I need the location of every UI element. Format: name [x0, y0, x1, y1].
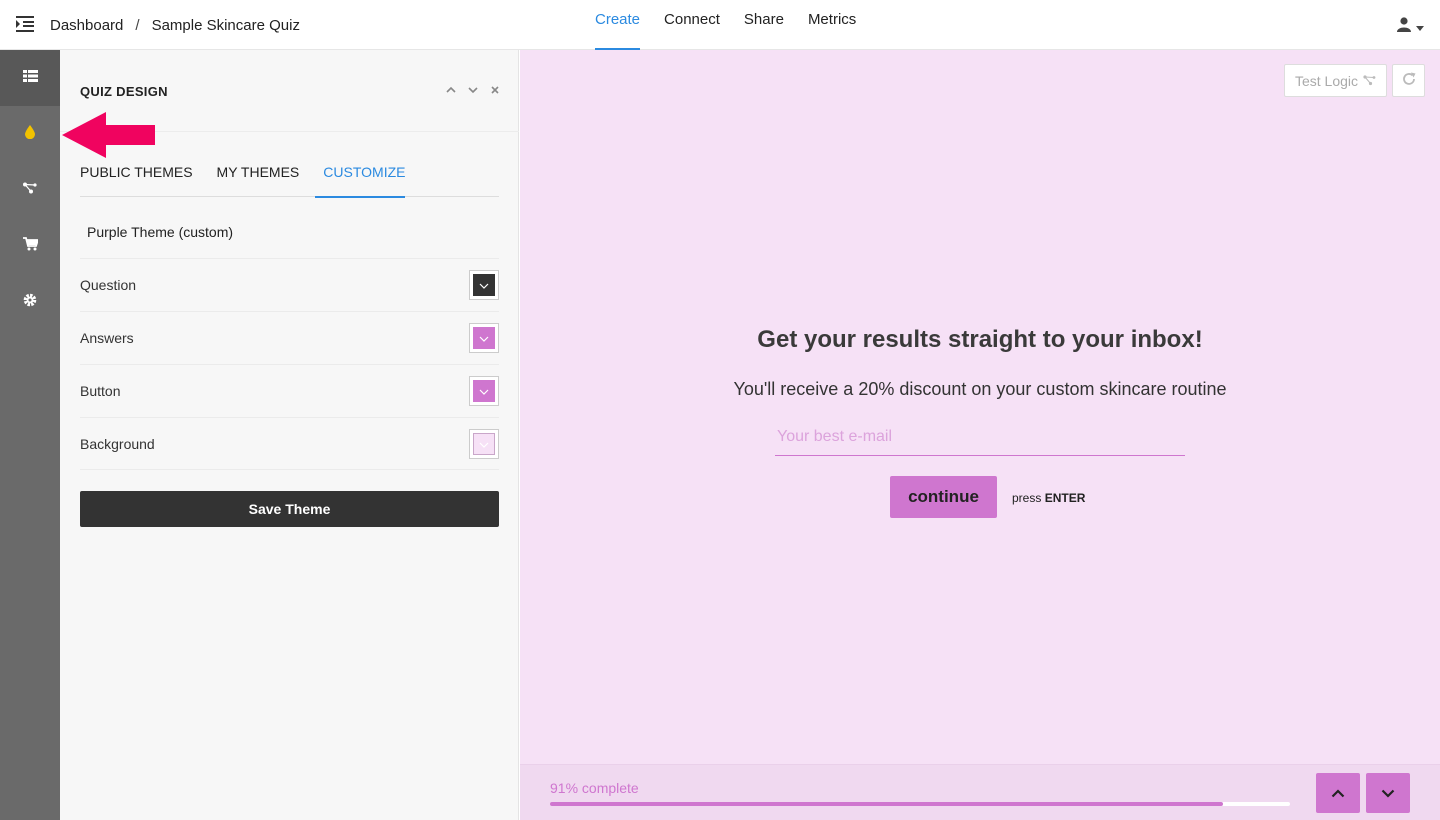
color-picker-question[interactable] — [469, 270, 499, 300]
refresh-icon — [1402, 72, 1416, 89]
email-input[interactable] — [775, 418, 1185, 456]
logic-branch-icon — [1363, 73, 1376, 89]
gear-icon — [23, 293, 37, 312]
previous-question-button[interactable] — [1316, 773, 1360, 813]
quiz-design-panel: QUIZ DESIGN PUBLIC THEMES MY THEMES CUST… — [60, 50, 519, 820]
color-chip — [473, 432, 495, 455]
theme-name[interactable]: Purple Theme (custom) — [87, 224, 233, 240]
user-menu[interactable] — [1397, 17, 1424, 37]
tab-my-themes[interactable]: MY THEMES — [217, 162, 300, 197]
paint-drop-icon — [25, 124, 35, 144]
breadcrumb-current: Sample Skincare Quiz — [151, 17, 300, 34]
color-row-question: Question — [80, 258, 499, 311]
color-chip — [473, 327, 495, 349]
tab-customize[interactable]: CUSTOMIZE — [315, 162, 406, 198]
continue-button[interactable]: continue — [890, 476, 997, 518]
progress-bar — [550, 802, 1290, 806]
quiz-preview: Test Logic Get your results straight to … — [520, 50, 1440, 820]
grid-list-icon — [22, 69, 38, 87]
color-chip — [473, 380, 495, 402]
row-label: Question — [80, 277, 137, 293]
test-logic-label: Test Logic — [1294, 72, 1359, 89]
indent-menu-icon[interactable] — [16, 16, 34, 32]
sidebar-rail — [0, 50, 60, 820]
color-row-button: Button — [80, 364, 499, 417]
chevron-up-icon[interactable] — [445, 84, 457, 96]
color-row-background: Background — [80, 417, 499, 470]
progress-label: 91% complete — [550, 780, 639, 796]
tab-connect[interactable]: Connect — [664, 0, 720, 50]
save-theme-button[interactable]: Save Theme — [80, 491, 499, 527]
color-picker-answers[interactable] — [469, 323, 499, 353]
caret-down-icon — [1416, 18, 1424, 36]
color-picker-button[interactable] — [469, 376, 499, 406]
question-subtitle: You'll receive a 20% discount on your cu… — [733, 379, 1227, 399]
chevron-down-icon — [479, 329, 489, 347]
theme-tabs: PUBLIC THEMES MY THEMES CUSTOMIZE — [80, 162, 499, 198]
chevron-down-icon — [479, 435, 489, 453]
row-label: Background — [80, 435, 155, 452]
chevron-down-icon — [479, 276, 489, 294]
close-icon[interactable] — [489, 84, 501, 96]
hint-prefix: press — [1012, 491, 1042, 505]
logic-branch-icon — [23, 181, 37, 199]
top-bar: Dashboard / Sample Skincare Quiz Create … — [0, 0, 1440, 50]
rail-item-design[interactable] — [0, 106, 60, 162]
panel-controls — [445, 84, 501, 96]
tab-metrics[interactable]: Metrics — [808, 0, 856, 50]
tab-public-themes[interactable]: PUBLIC THEMES — [80, 162, 193, 197]
color-picker-background[interactable] — [469, 428, 499, 459]
color-settings: Question Answers Button Background — [80, 258, 499, 470]
panel-title: QUIZ DESIGN — [80, 84, 168, 99]
test-logic-button[interactable]: Test Logic — [1284, 64, 1387, 97]
next-question-button[interactable] — [1366, 773, 1410, 813]
user-icon — [1397, 17, 1411, 37]
cart-icon — [22, 236, 39, 256]
tab-create[interactable]: Create — [595, 0, 641, 50]
tab-share[interactable]: Share — [744, 0, 784, 50]
breadcrumb-separator: / — [135, 17, 140, 34]
main-nav: Create Connect Share Metrics — [595, 0, 856, 50]
chevron-down-icon — [1381, 786, 1395, 801]
rail-item-settings[interactable] — [0, 274, 60, 330]
color-row-answers: Answers — [80, 311, 499, 364]
enter-hint: press ENTER — [1012, 491, 1085, 505]
preview-toolbar: Test Logic — [1284, 64, 1425, 97]
progress-footer: 91% complete — [520, 764, 1440, 820]
rail-item-logic[interactable] — [0, 162, 60, 218]
question-title: Get your results straight to your inbox! — [757, 326, 1203, 353]
color-chip — [473, 274, 495, 296]
chevron-up-icon — [1331, 786, 1345, 801]
hint-key: ENTER — [1044, 491, 1086, 505]
annotation-arrow — [62, 112, 156, 158]
row-label: Answers — [80, 330, 134, 346]
chevron-down-icon[interactable] — [467, 84, 479, 96]
breadcrumb: Dashboard / Sample Skincare Quiz — [50, 17, 300, 34]
breadcrumb-dashboard-link[interactable]: Dashboard — [50, 17, 123, 34]
rail-item-questions[interactable] — [0, 50, 60, 106]
progress-fill — [550, 802, 1224, 806]
refresh-button[interactable] — [1392, 64, 1425, 97]
chevron-down-icon — [479, 382, 489, 400]
row-label: Button — [80, 383, 121, 399]
rail-item-commerce[interactable] — [0, 218, 60, 274]
